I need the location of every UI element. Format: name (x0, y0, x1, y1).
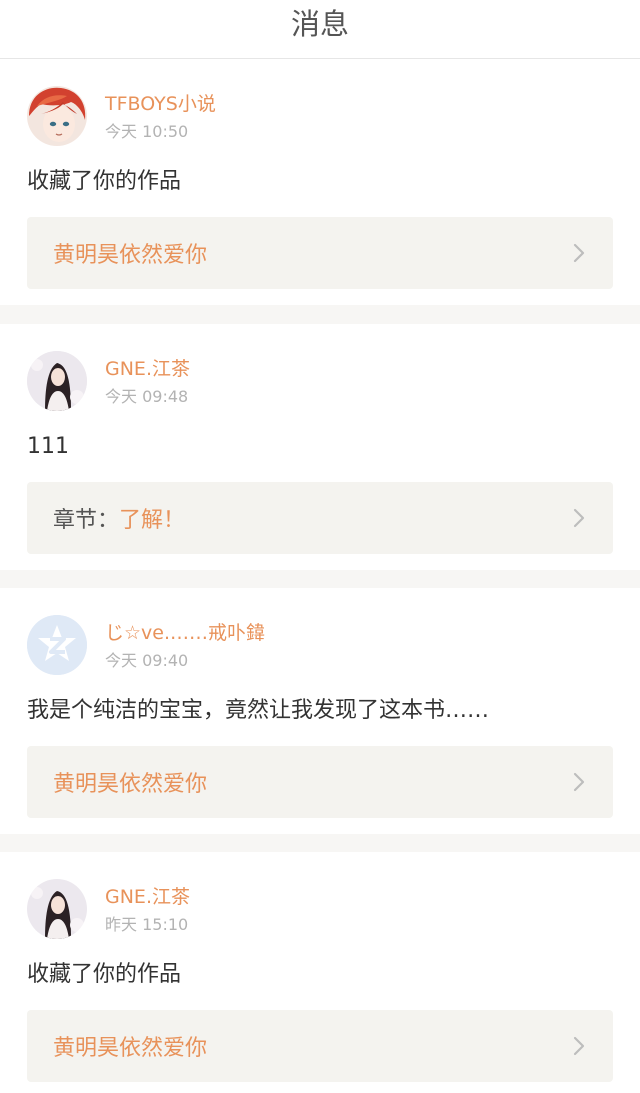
work-title: 黄明昊依然爱你 (53, 1036, 208, 1061)
work-link-label: 黄明昊依然爱你 (53, 1030, 207, 1062)
link-prefix: 章节： (53, 508, 120, 533)
timestamp: 今天 09:40 (105, 651, 189, 670)
work-title: 黄明昊依然爱你 (53, 772, 208, 797)
notification-user-row: GNE.江茶 昨天 15:10 (27, 879, 613, 943)
user-meta: じ☆ve.……戒卟鍏 今天 09:40 (105, 621, 265, 672)
user-meta: GNE.江茶 昨天 15:10 (105, 885, 190, 936)
notification-card: GNE.江茶 昨天 15:10 收藏了你的作品 黄明昊依然爱你 (0, 852, 640, 1093)
user-avatar[interactable] (27, 351, 87, 411)
notification-user-row: TFBOYS小说 今天 10:50 (27, 86, 613, 150)
chevron-right-icon (573, 508, 585, 528)
qzone-default-avatar-icon (27, 615, 87, 675)
notification-card: GNE.江茶 今天 09:48 111 章节：了解！ (0, 324, 640, 570)
anime-boy-avatar-icon (27, 86, 87, 146)
user-avatar[interactable] (27, 86, 87, 146)
notification-card: じ☆ve.……戒卟鍏 今天 09:40 我是个纯洁的宝宝，竟然让我发现了这本书…… (0, 588, 640, 834)
username[interactable]: じ☆ve.……戒卟鍏 (105, 621, 265, 645)
notification-user-row: じ☆ve.……戒卟鍏 今天 09:40 (27, 615, 613, 679)
work-title: 黄明昊依然爱你 (53, 243, 208, 268)
chevron-right-icon (573, 772, 585, 792)
timestamp: 今天 10:50 (105, 122, 189, 141)
work-link-label: 黄明昊依然爱你 (53, 237, 207, 269)
work-link[interactable]: 黄明昊依然爱你 (27, 746, 613, 818)
chapter-link[interactable]: 章节：了解！ (27, 482, 613, 554)
chapter-link-label: 章节：了解！ (53, 502, 185, 534)
username[interactable]: GNE.江茶 (105, 357, 190, 381)
username[interactable]: TFBOYS小说 (105, 92, 216, 116)
timestamp: 今天 09:48 (105, 387, 189, 406)
girl-portrait-avatar-icon (27, 879, 87, 939)
messages-page: 消息 TFBOYS小说 今天 10:50 收藏了你的作品 黄明昊依然爱你 GNE… (0, 0, 640, 1093)
message-text: 111 (27, 434, 69, 459)
work-link-label: 黄明昊依然爱你 (53, 766, 207, 798)
message-text: 我是个纯洁的宝宝，竟然让我发现了这本书…… (27, 698, 490, 723)
notification-user-row: GNE.江茶 今天 09:48 (27, 351, 613, 415)
work-link[interactable]: 黄明昊依然爱你 (27, 1010, 613, 1082)
notification-card: TFBOYS小说 今天 10:50 收藏了你的作品 黄明昊依然爱你 (0, 59, 640, 305)
user-avatar[interactable] (27, 879, 87, 939)
user-avatar[interactable] (27, 615, 87, 675)
chapter-title: 了解！ (119, 508, 186, 533)
chevron-right-icon (573, 1036, 585, 1056)
girl-portrait-avatar-icon (27, 351, 87, 411)
work-link[interactable]: 黄明昊依然爱你 (27, 217, 613, 289)
page-title: 消息 (290, 7, 349, 41)
message-text: 收藏了你的作品 (27, 962, 182, 987)
user-meta: GNE.江茶 今天 09:48 (105, 357, 190, 408)
top-bar: 消息 (0, 0, 640, 59)
user-meta: TFBOYS小说 今天 10:50 (105, 92, 216, 143)
chevron-right-icon (573, 243, 585, 263)
message-text: 收藏了你的作品 (27, 169, 182, 194)
timestamp: 昨天 15:10 (105, 915, 189, 934)
username[interactable]: GNE.江茶 (105, 885, 190, 909)
